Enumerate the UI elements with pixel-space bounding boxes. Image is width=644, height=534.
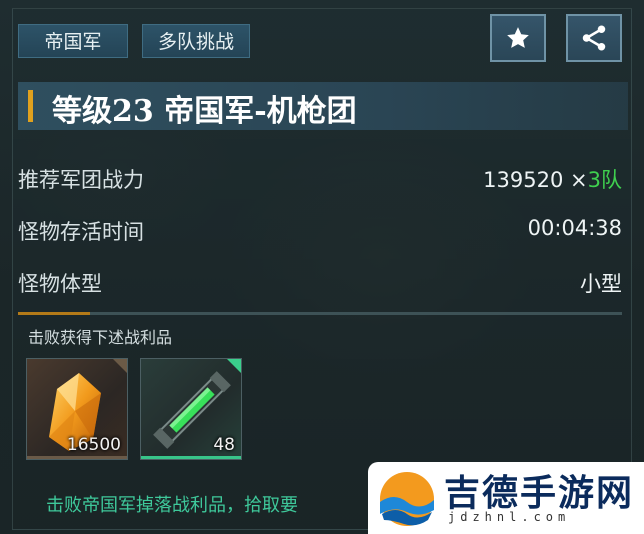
title-bar: 等级23 帝国军-机枪团 <box>18 82 628 130</box>
recommended-power-value: 139520 ×3队 <box>483 164 622 194</box>
survival-time-value: 00:04:38 <box>527 216 622 240</box>
drop-hint-text: 击败帝国军掉落战利品，拾取要 <box>46 495 298 516</box>
favorite-button[interactable] <box>490 14 546 62</box>
recommended-power-row: 推荐军团战力 139520 ×3队 <box>18 160 626 196</box>
survival-time-label: 怪物存活时间 <box>18 220 144 244</box>
monster-size-label: 怪物体型 <box>18 272 102 296</box>
power-number: 139520 <box>483 168 564 192</box>
survival-time-row: 怪物存活时间 00:04:38 <box>18 212 626 248</box>
item-corner-marker <box>113 359 127 373</box>
item-corner-marker <box>227 359 241 373</box>
share-icon <box>582 25 606 51</box>
rewards-heading: 击败获得下述战利品 <box>28 328 173 347</box>
watermark-brand: 吉德手游网 <box>444 473 635 514</box>
item-count: 48 <box>213 435 235 455</box>
monster-title: 等级23 帝国军-机枪团 <box>52 94 357 129</box>
faction-tag[interactable]: 帝国军 <box>18 24 128 58</box>
challenge-mode-tag[interactable]: 多队挑战 <box>142 24 250 58</box>
monster-size-value: 小型 <box>580 272 622 296</box>
reward-item-green-tube[interactable]: 48 <box>140 358 242 460</box>
star-icon <box>507 27 529 48</box>
title-accent-bar <box>28 90 33 122</box>
reward-item-amber-crystal[interactable]: 16500 <box>26 358 128 460</box>
wave-logo-icon <box>380 472 434 526</box>
share-button[interactable] <box>566 14 622 62</box>
multiplier-sign: × <box>570 168 588 192</box>
watermark-url: jdzhnl.com <box>448 510 571 524</box>
section-divider <box>18 312 622 315</box>
monster-size-row: 怪物体型 小型 <box>18 264 626 300</box>
team-count: 3队 <box>587 168 622 192</box>
recommended-power-label: 推荐军团战力 <box>18 168 144 192</box>
rarity-bar <box>141 456 241 459</box>
site-watermark: 吉德手游网 jdzhnl.com <box>368 462 644 534</box>
rarity-bar <box>27 456 127 459</box>
item-count: 16500 <box>66 435 121 455</box>
